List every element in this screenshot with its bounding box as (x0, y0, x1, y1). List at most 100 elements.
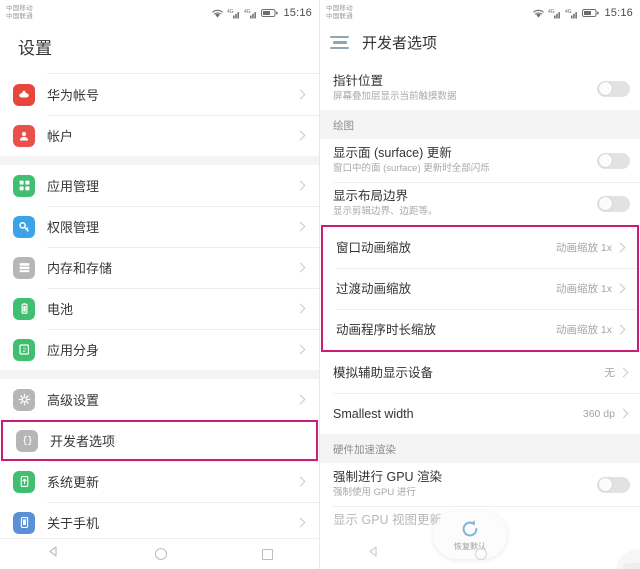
settings-block-drawing: 显示面 (surface) 更新 窗口中的面 (surface) 更新时全部闪烁… (320, 139, 640, 225)
settings-block-display: 模拟辅助显示设备 无 Smallest width 360 dp (320, 352, 640, 434)
home-circle-icon[interactable] (474, 547, 487, 560)
battery-icon (261, 9, 279, 17)
refresh-spinner-icon (462, 520, 478, 537)
setting-row-show-layout-bounds[interactable]: 显示布局边界 显示剪辑边界、边距等。 (320, 182, 640, 225)
battery-icon (582, 9, 600, 17)
chevron-right-icon (295, 262, 306, 273)
phone-icon (13, 511, 35, 534)
settings-block-pointer: 指针位置 屏幕叠加层显示当前触摸数据 (320, 67, 640, 110)
chevron-right-icon (615, 283, 626, 294)
sidebar-item-app-management[interactable]: 应用管理 (0, 165, 319, 206)
row-title: 指针位置 (333, 74, 384, 88)
row-value: 动画缩放 1x (555, 242, 612, 254)
sidebar-item-label: 权限管理 (47, 220, 100, 235)
row-texts: 过渡动画缩放 (336, 275, 556, 303)
sidebar-item-account[interactable]: 帐户 (0, 115, 319, 156)
status-icons-right: 4G 4G 15:16 (532, 7, 633, 19)
nav-bar-right (320, 538, 640, 569)
toggle-show-layout-bounds[interactable] (597, 195, 630, 212)
signal-4g-icon-2: 4G (244, 9, 257, 18)
sidebar-item-label: 应用管理 (47, 179, 100, 194)
row-value: 动画缩放 1x (555, 283, 612, 295)
home-circle-icon[interactable] (154, 548, 167, 560)
carrier-labels: 中国移动 中国联通 (6, 5, 33, 21)
recents-square-icon[interactable] (261, 548, 273, 560)
svg-text:4G: 4G (565, 9, 572, 15)
row-texts: 指针位置 屏幕叠加层显示当前触摸数据 (333, 67, 597, 110)
chevron-right-icon (295, 89, 306, 100)
chevron-right-icon (295, 180, 306, 191)
setting-row-smallest-width[interactable]: Smallest width 360 dp (320, 393, 640, 434)
sidebar-item-about-phone[interactable]: 关于手机 (0, 502, 319, 543)
group-divider (0, 156, 319, 165)
section-header-hw-accel: 硬件加速渲染 (320, 434, 640, 463)
animation-scale-highlight-box: 窗口动画缩放 动画缩放 1x 过渡动画缩放 动画缩放 1x 动画程序时长缩放 动… (321, 225, 639, 352)
setting-row-pointer-location[interactable]: 指针位置 屏幕叠加层显示当前触摸数据 (320, 67, 640, 110)
settings-pane: 中国移动 中国联通 4G 4G 15:16 设置 华为帐号 帐户 应用管理 权限… (0, 0, 320, 569)
sidebar-item-app-twin[interactable]: 2 应用分身 (0, 329, 319, 370)
signal-4g-icon: 4G (227, 9, 240, 18)
setting-row-window-animation-scale[interactable]: 窗口动画缩放 动画缩放 1x (323, 227, 637, 268)
sidebar-item-system-update[interactable]: 系统更新 (0, 461, 319, 502)
nav-bar-left (0, 538, 319, 569)
status-time: 15:16 (604, 7, 633, 19)
chevron-right-icon (295, 344, 306, 355)
sidebar-item-label: 关于手机 (47, 516, 100, 531)
sidebar-item-huawei-account[interactable]: 华为帐号 (0, 74, 319, 115)
sidebar-item-permission-management[interactable]: 权限管理 (0, 206, 319, 247)
wifi-icon (533, 9, 545, 18)
settings-list: 华为帐号 帐户 应用管理 权限管理 内存和存储 电池 2 应用分身 高级设置 开… (0, 73, 319, 543)
system-update-icon (13, 470, 35, 493)
chevron-right-icon (615, 324, 626, 335)
row-title: 模拟辅助显示设备 (333, 365, 434, 380)
apps-grid-icon (13, 174, 35, 197)
sidebar-item-label: 内存和存储 (47, 261, 113, 276)
svg-text:4G: 4G (227, 9, 234, 15)
chevron-right-icon (295, 303, 306, 314)
back-triangle-icon[interactable] (367, 545, 380, 563)
chevron-right-icon (618, 367, 629, 378)
person-icon (13, 124, 35, 147)
row-texts: 显示面 (surface) 更新 窗口中的面 (surface) 更新时全部闪烁 (333, 139, 597, 182)
key-icon (13, 215, 35, 238)
huawei-logo-icon (13, 83, 35, 106)
row-texts: 模拟辅助显示设备 (333, 359, 605, 387)
row-texts: Smallest width (333, 400, 583, 428)
battery-vertical-icon (13, 297, 35, 320)
row-title: 过渡动画缩放 (336, 281, 412, 296)
braces-icon (16, 429, 38, 452)
sidebar-item-label: 电池 (47, 302, 74, 317)
status-icons: 4G 4G 15:16 (211, 7, 312, 19)
sidebar-item-memory-storage[interactable]: 内存和存储 (0, 247, 319, 288)
carrier-line-2: 中国联通 (6, 13, 33, 20)
svg-text:4G: 4G (548, 9, 555, 15)
sidebar-item-label: 开发者选项 (50, 434, 116, 449)
row-title: 显示布局边界 (333, 189, 409, 203)
row-value: 360 dp (582, 407, 615, 420)
row-title: 窗口动画缩放 (336, 240, 412, 255)
row-texts: 显示布局边界 显示剪辑边界、边距等。 (333, 182, 597, 225)
sidebar-item-label: 应用分身 (47, 343, 100, 358)
setting-row-simulate-secondary-display[interactable]: 模拟辅助显示设备 无 (320, 352, 640, 393)
hamburger-menu-icon[interactable] (330, 35, 349, 50)
row-subtitle: 显示剪辑边界、边距等。 (333, 206, 438, 217)
carrier-line-1: 中国移动 (6, 5, 33, 12)
sidebar-item-label: 帐户 (47, 129, 74, 144)
back-triangle-icon[interactable] (47, 545, 60, 563)
sidebar-item-battery[interactable]: 电池 (0, 288, 319, 329)
carrier-line-1: 中国移动 (326, 5, 353, 12)
sidebar-item-developer-options[interactable]: 开发者选项 (1, 420, 318, 461)
developer-options-title: 开发者选项 (362, 35, 438, 52)
row-texts: 动画程序时长缩放 (336, 316, 556, 344)
svg-text:4G: 4G (244, 9, 251, 15)
sidebar-item-advanced-settings[interactable]: 高级设置 (0, 379, 319, 420)
setting-row-animator-duration-scale[interactable]: 动画程序时长缩放 动画缩放 1x (323, 309, 637, 350)
chevron-right-icon (295, 476, 306, 487)
toggle-pointer-location[interactable] (597, 80, 630, 97)
row-subtitle: 窗口中的面 (surface) 更新时全部闪烁 (333, 163, 490, 174)
sidebar-item-label: 华为帐号 (47, 88, 100, 103)
setting-row-transition-animation-scale[interactable]: 过渡动画缩放 动画缩放 1x (323, 268, 637, 309)
toggle-show-surface-updates[interactable] (597, 152, 630, 169)
chevron-right-icon (618, 408, 629, 419)
setting-row-show-surface-updates[interactable]: 显示面 (surface) 更新 窗口中的面 (surface) 更新时全部闪烁 (320, 139, 640, 182)
